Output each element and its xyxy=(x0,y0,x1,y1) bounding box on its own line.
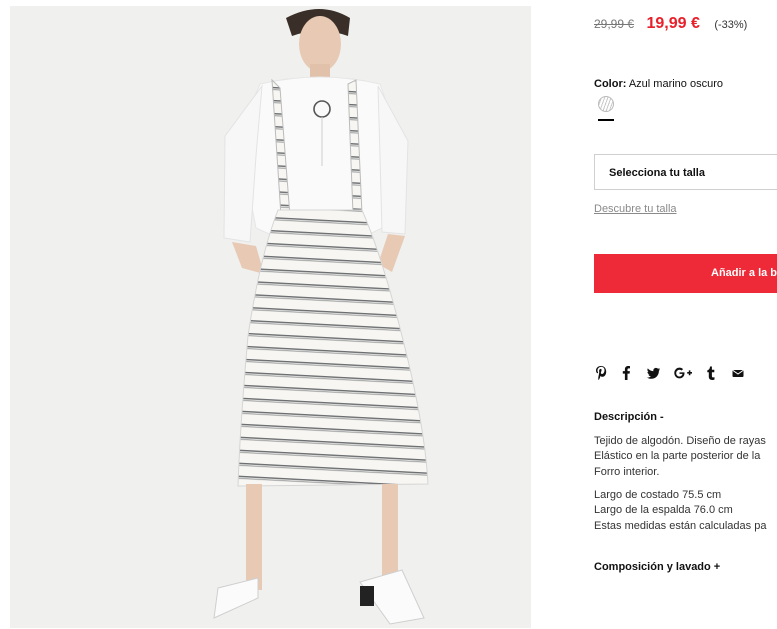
old-price: 29,99 € xyxy=(594,17,635,31)
price-row: 29,99 € 19,99 € (-33%) xyxy=(594,15,747,33)
description-toggle[interactable]: Descripción - xyxy=(594,411,664,423)
measurements-text: Largo de costado 75.5 cm Largo de la esp… xyxy=(594,488,766,534)
size-guide-link[interactable]: Descubre tu talla xyxy=(594,203,677,215)
color-swatch[interactable] xyxy=(598,96,614,112)
description-line: Elástico en la parte posterior de la xyxy=(594,450,761,463)
description-line: Tejido de algodón. Diseño de rayas xyxy=(594,435,766,447)
google-plus-icon[interactable] xyxy=(673,365,693,381)
discount-badge: (-33%) xyxy=(714,19,748,31)
measurement-line: Largo de la espalda 76.0 cm xyxy=(594,504,733,517)
description-text: Tejido de algodón. Diseño de rayas Elást… xyxy=(594,434,766,480)
product-image[interactable] xyxy=(10,6,531,628)
pinterest-icon[interactable] xyxy=(594,365,610,381)
email-icon[interactable] xyxy=(731,365,747,381)
facebook-icon[interactable] xyxy=(621,365,637,381)
add-to-cart-button[interactable]: Añadir a la b xyxy=(594,254,777,293)
product-details: 29,99 € 19,99 € (-33%) Color: Azul marin… xyxy=(594,0,777,629)
selected-swatch-indicator xyxy=(598,119,614,121)
color-value: Azul marino oscuro xyxy=(628,78,723,90)
measurement-line: Estas medidas están calculadas pa xyxy=(594,519,767,532)
tumblr-icon[interactable] xyxy=(706,365,716,381)
color-info: Color: Azul marino oscuro xyxy=(594,78,723,90)
color-label: Color: xyxy=(594,78,627,90)
measurement-line: Largo de costado 75.5 cm xyxy=(594,489,722,501)
composition-toggle[interactable]: Composición y lavado + xyxy=(594,561,720,573)
current-price: 19,99 € xyxy=(646,15,700,32)
description-line: Forro interior. xyxy=(594,465,660,478)
size-select[interactable]: Selecciona tu talla xyxy=(594,154,777,190)
twitter-icon[interactable] xyxy=(646,365,662,381)
